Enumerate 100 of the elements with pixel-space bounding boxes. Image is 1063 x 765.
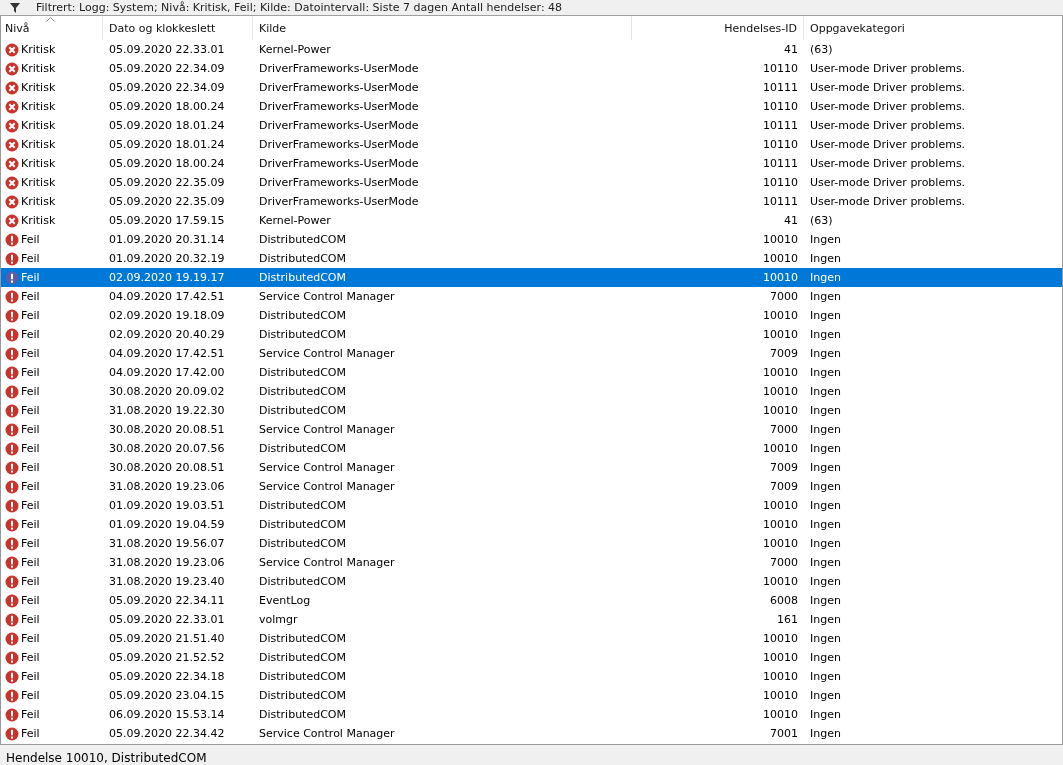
event-row[interactable]: Feil 05.09.2020 21.52.52 DistributedCOM 10010 Ingen [1, 648, 1062, 667]
filter-icon [10, 2, 20, 13]
column-header[interactable]: Nivå [1, 16, 103, 40]
level-text: Feil [21, 328, 40, 341]
error-x-icon [5, 80, 19, 95]
table-cell-text: 7001 [769, 726, 799, 742]
column-header[interactable]: Kilde [253, 16, 632, 40]
event-row[interactable]: Feil 30.08.2020 20.08.51 Service Control Manager 7000 Ingen [1, 420, 1062, 439]
event-row[interactable]: Kritisk 05.09.2020 22.34.09 DriverFrameworks-UserMode 10110 User-mode Driver problems. [1, 59, 1062, 78]
error-x-icon [5, 156, 19, 171]
table-cell-text: 04.09.2020 17.42.00 [108, 365, 226, 381]
level-text: Feil [21, 290, 40, 303]
table-cell-text: DistributedCOM [258, 498, 347, 514]
table-cell-text: Ingen [809, 251, 842, 267]
event-row[interactable]: Feil 31.08.2020 19.23.40 DistributedCOM 10010 Ingen [1, 572, 1062, 591]
table-cell-text: 10010 [762, 688, 799, 704]
event-row[interactable]: Feil 02.09.2020 20.40.29 DistributedCOM 10010 Ingen [1, 325, 1062, 344]
level-text: Feil [21, 385, 40, 398]
event-row[interactable]: Kritisk 05.09.2020 22.33.01 Kernel-Power 41 (63) [1, 40, 1062, 59]
level-text: Feil [21, 632, 40, 645]
event-row[interactable]: Feil 31.08.2020 19.23.06 Service Control Manager 7000 Ingen [1, 553, 1062, 572]
event-row[interactable]: Feil 30.08.2020 20.07.56 DistributedCOM 10010 Ingen [1, 439, 1062, 458]
table-cell-text: DistributedCOM [258, 707, 347, 723]
level-text: Kritisk [21, 176, 56, 189]
event-row[interactable]: Kritisk 05.09.2020 18.01.24 DriverFrameworks-UserMode 10111 User-mode Driver problems. [1, 116, 1062, 135]
table-cell-text: 31.08.2020 19.23.06 [108, 555, 226, 571]
event-row[interactable]: Feil 05.09.2020 22.34.42 Service Control Manager 7001 Ingen [1, 724, 1062, 743]
table-cell-text: 10010 [762, 251, 799, 267]
table-cell-text: Service Control Manager [258, 346, 396, 362]
event-row[interactable]: Feil 05.09.2020 21.51.40 DistributedCOM 10010 Ingen [1, 629, 1062, 648]
table-cell-text: Ingen [809, 270, 842, 286]
table-cell-text: Ingen [809, 650, 842, 666]
event-row[interactable]: Feil 06.09.2020 15.53.14 DistributedCOM 10010 Ingen [1, 705, 1062, 724]
exclamation-icon [5, 384, 19, 399]
table-cell-text: (63) [809, 213, 834, 229]
exclamation-icon [5, 403, 19, 418]
table-cell-text: 10111 [762, 80, 799, 96]
table-cell-text: 161 [776, 612, 799, 628]
column-header[interactable]: Oppgavekategori [804, 16, 1062, 40]
table-cell-text: 31.08.2020 19.22.30 [108, 403, 226, 419]
table-cell-text: 05.09.2020 22.34.18 [108, 669, 226, 685]
event-row[interactable]: Kritisk 05.09.2020 22.35.09 DriverFrameworks-UserMode 10110 User-mode Driver problems. [1, 173, 1062, 192]
error-x-icon [5, 175, 19, 190]
table-cell-text: Kernel-Power [258, 42, 332, 58]
event-row[interactable]: Kritisk 05.09.2020 17.59.15 Kernel-Power 41 (63) [1, 211, 1062, 230]
table-cell-text: DistributedCOM [258, 270, 347, 286]
event-row[interactable]: Feil 31.08.2020 19.56.07 DistributedCOM 10010 Ingen [1, 534, 1062, 553]
event-row[interactable]: Feil 30.08.2020 20.08.51 Service Control Manager 7009 Ingen [1, 458, 1062, 477]
table-cell-text: 05.09.2020 18.01.24 [108, 118, 226, 134]
table-cell-text: 10010 [762, 308, 799, 324]
exclamation-icon [5, 270, 19, 285]
event-row[interactable]: Feil 05.09.2020 23.04.15 DistributedCOM 10010 Ingen [1, 686, 1062, 705]
table-cell-text: 05.09.2020 22.33.01 [108, 612, 226, 628]
event-row[interactable]: Feil 04.09.2020 17.42.51 Service Control Manager 7000 Ingen [1, 287, 1062, 306]
table-cell-text: 05.09.2020 23.04.15 [108, 688, 226, 704]
level-text: Feil [21, 670, 40, 683]
column-header[interactable]: Dato og klokkeslett [103, 16, 253, 40]
table-cell-text: 10110 [762, 99, 799, 115]
table-cell-text: 10010 [762, 403, 799, 419]
event-row[interactable]: Kritisk 05.09.2020 18.01.24 DriverFrameworks-UserMode 10110 User-mode Driver problems. [1, 135, 1062, 154]
table-cell-text: Ingen [809, 479, 842, 495]
event-row[interactable]: Feil 02.09.2020 19.19.17 DistributedCOM 10010 Ingen [1, 268, 1062, 287]
event-row[interactable]: Kritisk 05.09.2020 18.00.24 DriverFrameworks-UserMode 10111 User-mode Driver problems. [1, 154, 1062, 173]
event-row[interactable]: Feil 05.09.2020 22.34.18 DistributedCOM 10010 Ingen [1, 667, 1062, 686]
table-cell-text: Ingen [809, 631, 842, 647]
table-cell-text: 05.09.2020 22.34.09 [108, 80, 226, 96]
table-cell-text: Ingen [809, 232, 842, 248]
table-cell-text: DriverFrameworks-UserMode [258, 118, 420, 134]
table-cell-text: 05.09.2020 18.00.24 [108, 99, 226, 115]
table-cell-text: DistributedCOM [258, 574, 347, 590]
event-row[interactable]: Feil 04.09.2020 17.42.00 DistributedCOM 10010 Ingen [1, 363, 1062, 382]
table-cell-text: 10010 [762, 631, 799, 647]
level-text: Feil [21, 461, 40, 474]
level-text: Feil [21, 575, 40, 588]
event-row[interactable]: Feil 01.09.2020 19.04.59 DistributedCOM 10010 Ingen [1, 515, 1062, 534]
table-cell-text: Service Control Manager [258, 289, 396, 305]
level-text: Feil [21, 689, 40, 702]
event-row[interactable]: Kritisk 05.09.2020 22.34.09 DriverFrameworks-UserMode 10111 User-mode Driver problems. [1, 78, 1062, 97]
event-row[interactable]: Feil 01.09.2020 20.31.14 DistributedCOM 10010 Ingen [1, 230, 1062, 249]
event-row[interactable]: Feil 05.09.2020 22.34.11 EventLog 6008 Ingen [1, 591, 1062, 610]
table-cell-text: Ingen [809, 517, 842, 533]
event-row[interactable]: Feil 05.09.2020 22.33.01 volmgr 161 Ingen [1, 610, 1062, 629]
event-row[interactable]: Feil 01.09.2020 19.03.51 DistributedCOM 10010 Ingen [1, 496, 1062, 515]
table-cell-text: 30.08.2020 20.08.51 [108, 422, 226, 438]
event-row[interactable]: Feil 30.08.2020 20.09.02 DistributedCOM 10010 Ingen [1, 382, 1062, 401]
level-text: Feil [21, 727, 40, 740]
event-row[interactable]: Feil 31.08.2020 19.23.06 Service Control Manager 7009 Ingen [1, 477, 1062, 496]
event-row[interactable]: Feil 04.09.2020 17.42.51 Service Control Manager 7009 Ingen [1, 344, 1062, 363]
event-row[interactable]: Feil 02.09.2020 19.18.09 DistributedCOM 10010 Ingen [1, 306, 1062, 325]
event-row[interactable]: Feil 01.09.2020 20.32.19 DistributedCOM 10010 Ingen [1, 249, 1062, 268]
event-row[interactable]: Kritisk 05.09.2020 22.35.09 DriverFrameworks-UserMode 10111 User-mode Driver problems. [1, 192, 1062, 211]
column-header[interactable]: Hendelses-ID [632, 16, 804, 40]
table-cell-text: 10010 [762, 365, 799, 381]
table-cell-text: 10010 [762, 517, 799, 533]
event-row[interactable]: Feil 31.08.2020 19.22.30 DistributedCOM 10010 Ingen [1, 401, 1062, 420]
table-cell-text: 10010 [762, 650, 799, 666]
table-cell-text: Ingen [809, 441, 842, 457]
table-cell-text: Ingen [809, 308, 842, 324]
table-cell-text: 31.08.2020 19.23.40 [108, 574, 226, 590]
event-row[interactable]: Kritisk 05.09.2020 18.00.24 DriverFrameworks-UserMode 10110 User-mode Driver problems. [1, 97, 1062, 116]
